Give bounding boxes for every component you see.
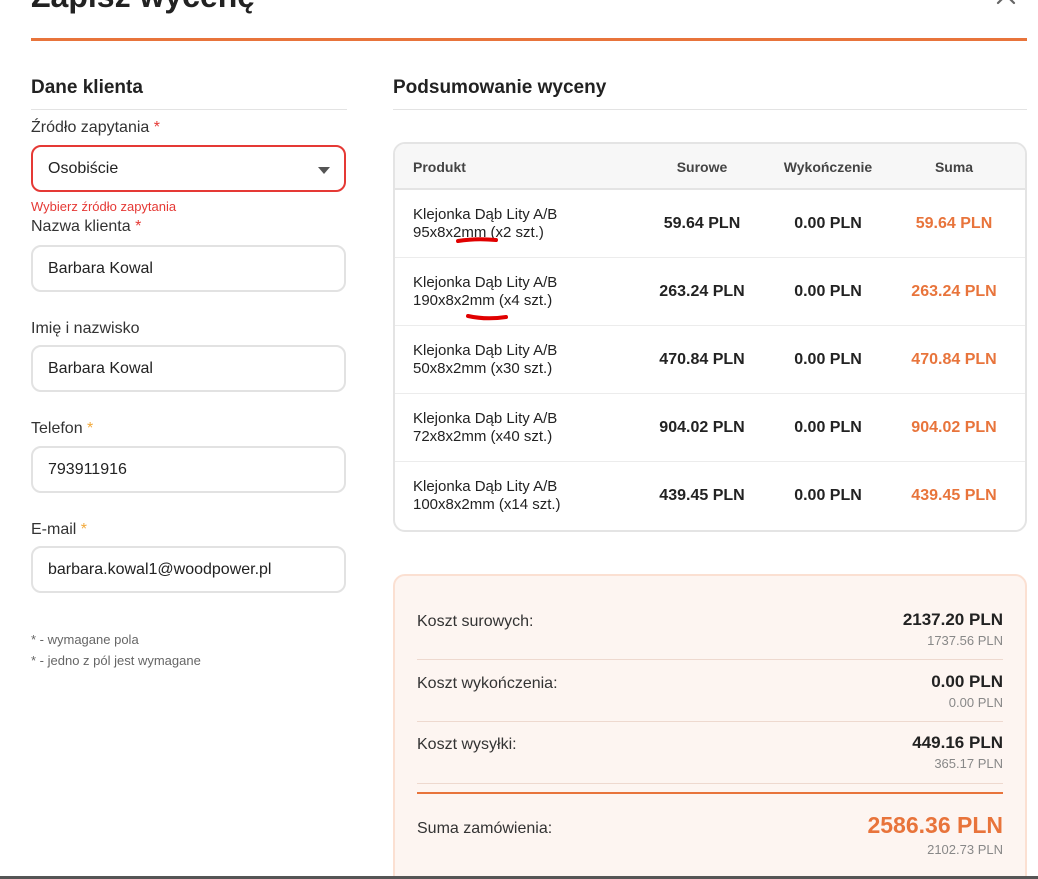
summary-divider: [417, 659, 1003, 660]
product-name: Klejonka Dąb Lity A/B 190x8x2mm (x4 szt.): [413, 274, 558, 309]
source-error-text: Wybierz źródło zapytania: [31, 199, 177, 214]
product-name: Klejonka Dąb Lity A/B 50x8x2mm (x30 szt.): [413, 342, 558, 377]
cost-summary-card: Koszt surowych: 2137.20 PLN 1737.56 PLN …: [393, 574, 1027, 879]
finish-cost-net: 0.00 PLN: [948, 695, 1003, 710]
order-total-label: Suma zamówienia:: [417, 820, 553, 837]
shipping-cost-value: 449.16 PLN: [912, 733, 1003, 752]
annotation-underline-mark: [456, 237, 498, 243]
products-table: Produkt Surowe Wykończenie Suma Klejonka…: [393, 142, 1027, 532]
modal-title: Zapisz wycenę: [31, 0, 255, 15]
table-header: Produkt Surowe Wykończenie Suma: [395, 144, 1025, 190]
summary-total-divider: [417, 792, 1003, 794]
full-name-input[interactable]: Barbara Kowal: [31, 345, 346, 392]
one-of-fields-note: * - jedno z pól jest wymagane: [31, 653, 201, 668]
product-raw-cost: 439.45 PLN: [659, 487, 745, 504]
product-finish-cost: 0.00 PLN: [794, 419, 862, 436]
email-input[interactable]: barbara.kowal1@woodpower.pl: [31, 546, 346, 593]
summary-section-title: Podsumowanie wyceny: [393, 77, 607, 98]
product-total-cost: 904.02 PLN: [911, 419, 997, 436]
product-finish-cost: 0.00 PLN: [794, 215, 862, 232]
full-name-label: Imię i nazwisko: [31, 320, 140, 337]
product-name: Klejonka Dąb Lity A/B 72x8x2mm (x40 szt.): [413, 410, 558, 445]
product-finish-cost: 0.00 PLN: [794, 283, 862, 300]
product-finish-cost: 0.00 PLN: [794, 351, 862, 368]
summary-divider: [417, 783, 1003, 784]
raw-cost-net: 1737.56 PLN: [927, 633, 1003, 648]
raw-cost-value: 2137.20 PLN: [902, 610, 1003, 629]
source-label: Źródło zapytania *: [31, 119, 160, 136]
product-raw-cost: 59.64 PLN: [663, 215, 741, 232]
client-name-label: Nazwa klienta *: [31, 218, 142, 235]
finish-cost-value: 0.00 PLN: [931, 672, 1003, 691]
column-header-product: Produkt: [413, 159, 466, 175]
column-header-raw: Surowe: [676, 159, 728, 175]
product-total-cost: 470.84 PLN: [911, 351, 997, 368]
table-row: Klejonka Dąb Lity A/B 50x8x2mm (x30 szt.)…: [395, 326, 1025, 394]
order-total-value: 2586.36 PLN: [867, 812, 1003, 838]
product-total-cost: 439.45 PLN: [911, 487, 997, 504]
required-fields-note: * - wymagane pola: [31, 632, 139, 647]
column-header-total: Suma: [934, 159, 974, 175]
raw-cost-label: Koszt surowych:: [417, 613, 534, 630]
email-label: E-mail *: [31, 521, 88, 538]
table-row: Klejonka Dąb Lity A/B 72x8x2mm (x40 szt.)…: [395, 394, 1025, 462]
summary-section-divider: [393, 109, 1027, 110]
product-total-cost: 263.24 PLN: [911, 283, 997, 300]
header-divider: [31, 38, 1027, 41]
table-row: Klejonka Dąb Lity A/B 95x8x2mm (x2 szt.) …: [395, 190, 1025, 258]
summary-divider: [417, 721, 1003, 722]
phone-label: Telefon *: [31, 420, 94, 437]
client-section-divider: [31, 109, 347, 110]
finish-cost-label: Koszt wykończenia:: [417, 675, 558, 692]
phone-input[interactable]: 793911916: [31, 446, 346, 493]
product-raw-cost: 470.84 PLN: [659, 351, 745, 368]
product-total-cost: 59.64 PLN: [915, 215, 993, 232]
client-name-input[interactable]: Barbara Kowal: [31, 245, 346, 292]
shipping-cost-net: 365.17 PLN: [934, 756, 1003, 771]
product-raw-cost: 263.24 PLN: [659, 283, 745, 300]
shipping-cost-label: Koszt wysyłki:: [417, 736, 517, 753]
table-row: Klejonka Dąb Lity A/B 100x8x2mm (x14 szt.…: [395, 462, 1025, 530]
source-select-value: Osobiście: [48, 159, 119, 177]
order-total-net: 2102.73 PLN: [927, 842, 1003, 857]
client-section-title: Dane klienta: [31, 77, 143, 98]
source-select[interactable]: Osobiście: [31, 145, 346, 192]
product-name: Klejonka Dąb Lity A/B 100x8x2mm (x14 szt.…: [413, 478, 561, 513]
close-icon[interactable]: [995, 0, 1017, 6]
annotation-underline-mark: [466, 314, 508, 321]
product-finish-cost: 0.00 PLN: [794, 487, 862, 504]
product-raw-cost: 904.02 PLN: [659, 419, 745, 436]
chevron-down-icon: [318, 167, 330, 174]
column-header-finish: Wykończenie: [783, 159, 873, 175]
